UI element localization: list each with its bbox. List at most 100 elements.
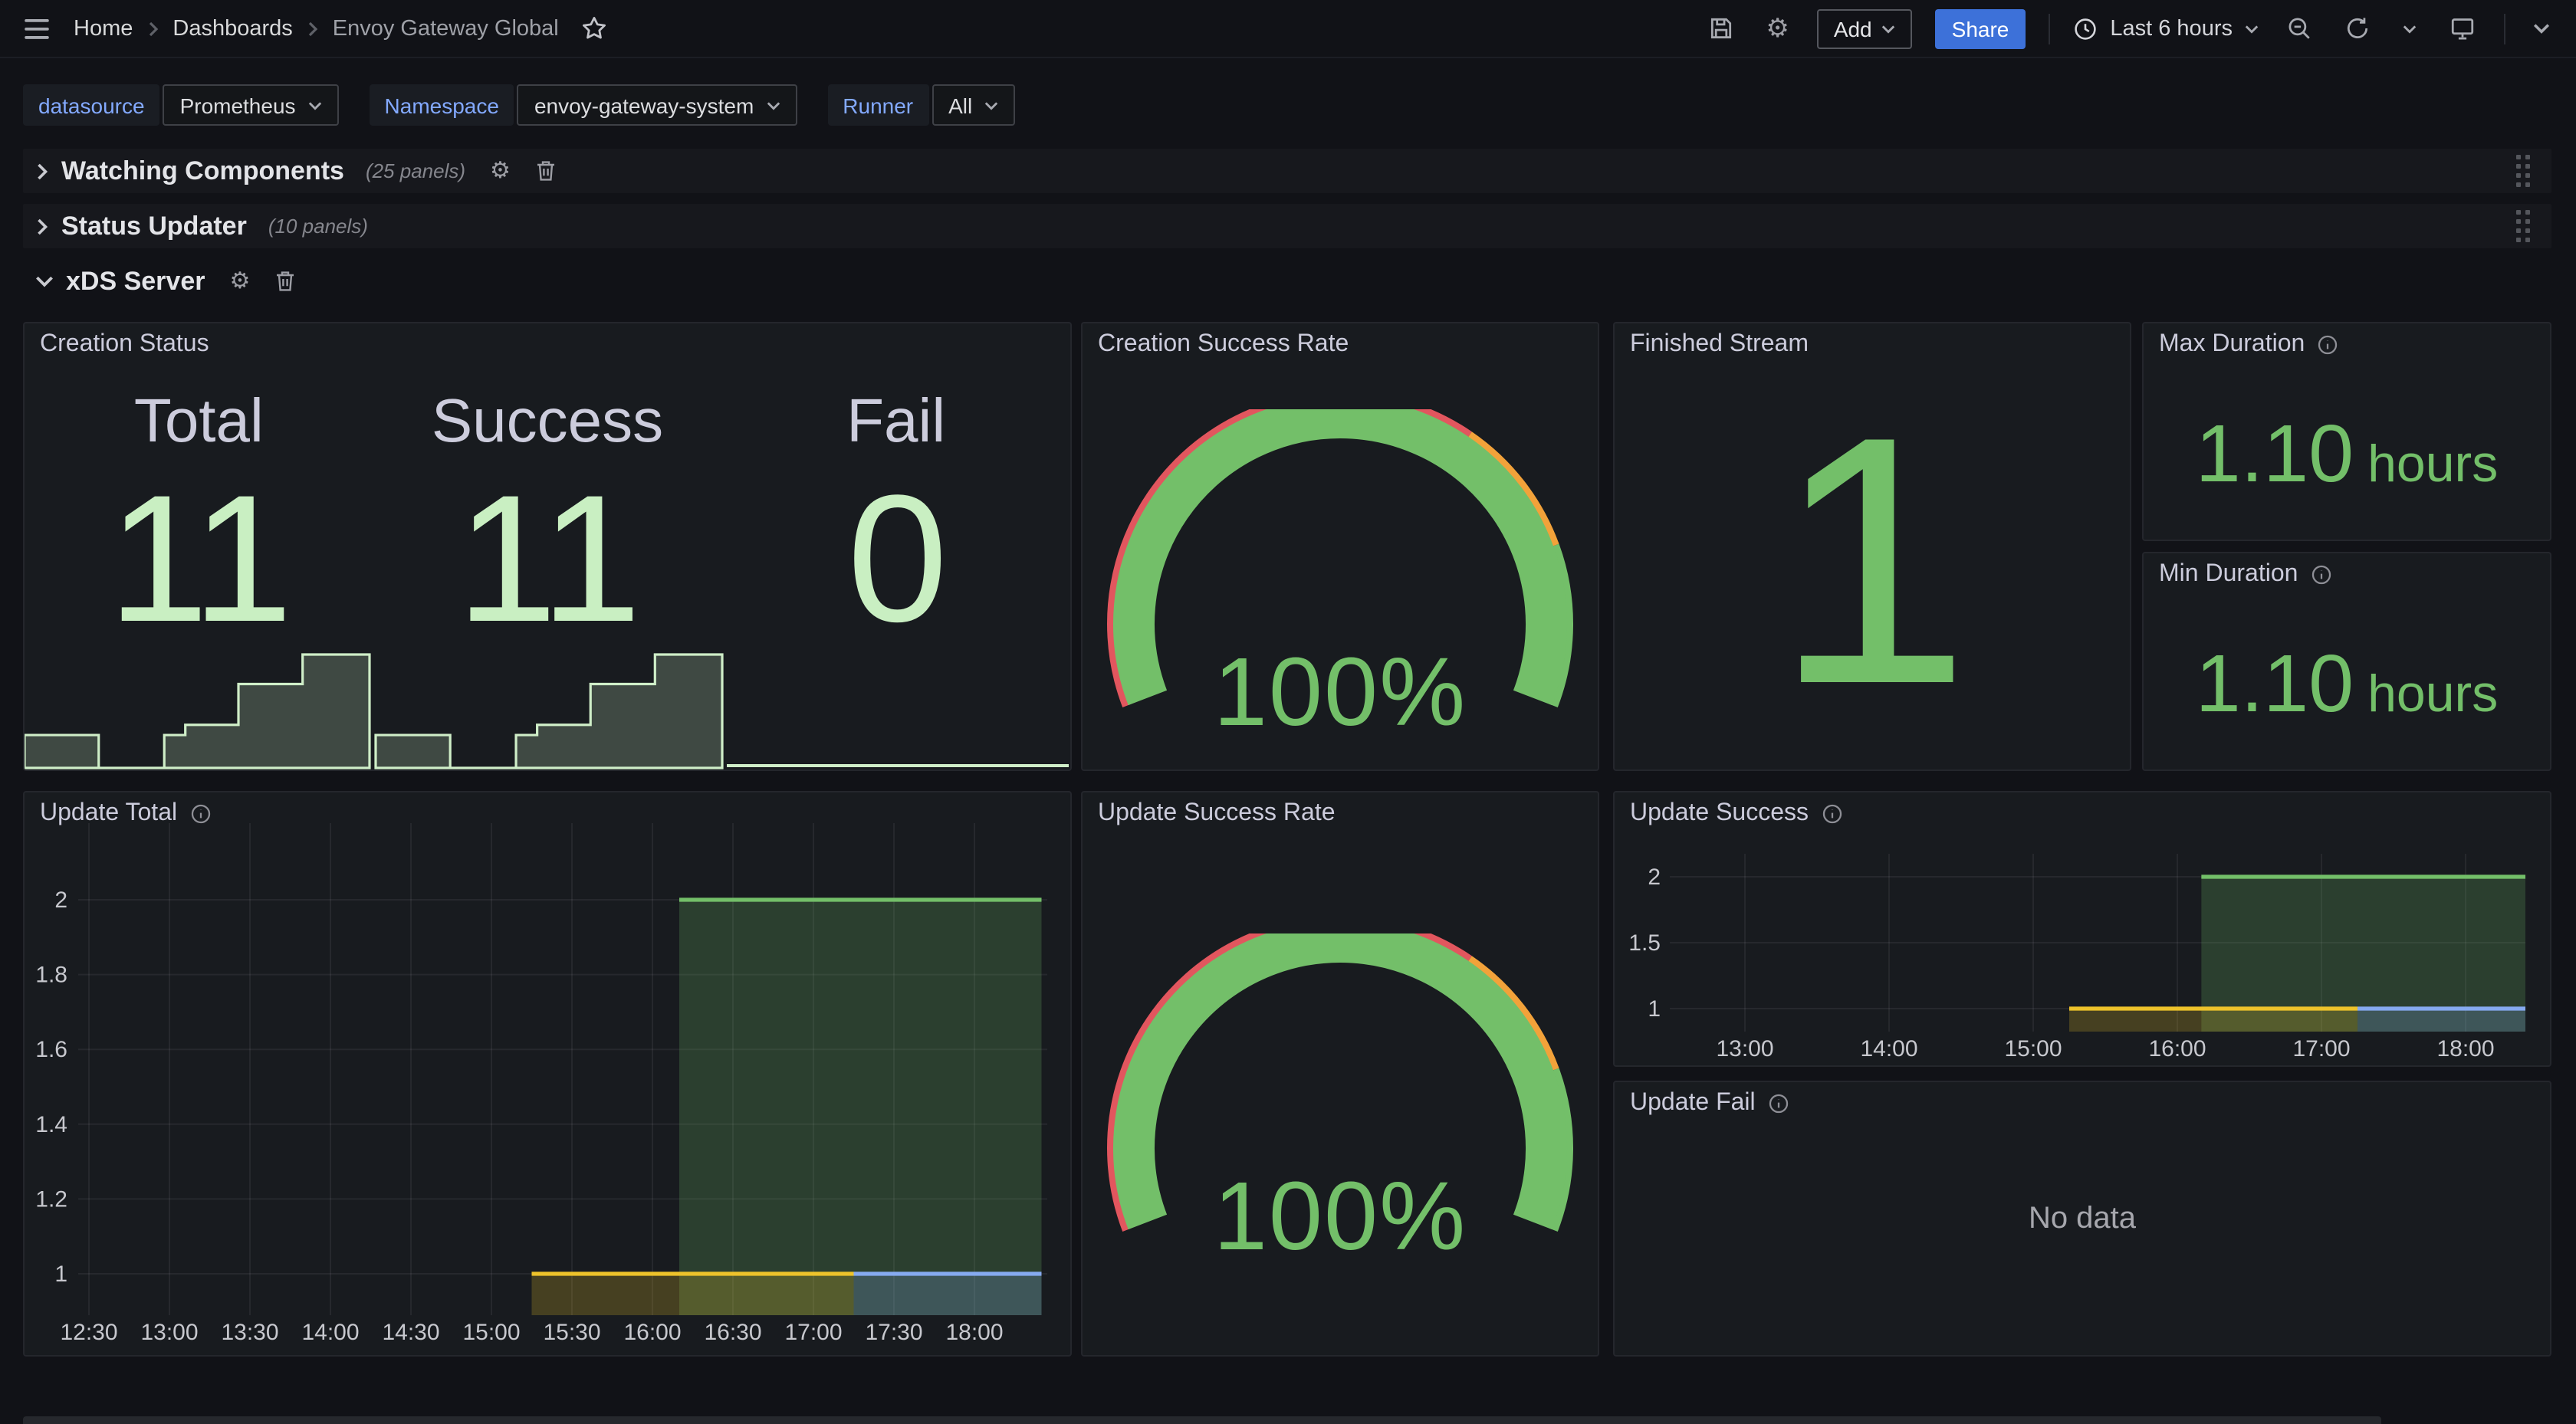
svg-text:2: 2 [54, 888, 67, 913]
add-button[interactable]: Add [1817, 8, 1912, 48]
variable-value: envoy-gateway-system [534, 93, 754, 117]
gear-icon: ⚙ [490, 159, 511, 182]
time-series-chart[interactable]: 11.21.41.61.8212:3013:0013:3014:0014:301… [25, 792, 1070, 1355]
row-delete-button[interactable] [274, 270, 296, 293]
svg-text:15:30: 15:30 [543, 1320, 600, 1345]
breadcrumb-home[interactable]: Home [74, 16, 133, 41]
time-series-chart[interactable]: 11.5213:0014:0015:0016:0017:0018:00 [1615, 792, 2550, 1065]
stat-label: Total [134, 388, 264, 455]
tv-mode-button[interactable] [2444, 11, 2481, 46]
stat-unit: hours [2367, 665, 2498, 725]
panel-title[interactable]: Update Total [40, 800, 211, 828]
row-delete-button[interactable] [535, 159, 557, 182]
info-icon[interactable] [1821, 803, 1842, 825]
variable-select-runner[interactable]: All [932, 84, 1015, 126]
menu-toggle-button[interactable] [18, 11, 55, 45]
zoom-out-icon [2286, 15, 2312, 41]
row-status-updater[interactable]: Status Updater (10 panels) [23, 204, 2551, 248]
next-row-panels-edge [23, 1416, 2381, 1424]
stat-value: 0 [847, 477, 945, 643]
panel-title[interactable]: Update Success Rate [1098, 800, 1336, 828]
star-icon [582, 15, 608, 41]
svg-text:1.8: 1.8 [35, 963, 67, 988]
stat-value: 1 [1774, 384, 1970, 737]
chevron-right-icon [35, 162, 49, 180]
zoom-out-time-button[interactable] [2282, 11, 2317, 46]
svg-text:1: 1 [54, 1262, 67, 1287]
panel-title-text: Finished Stream [1630, 331, 1809, 359]
toolbar-collapse-button[interactable] [2528, 18, 2555, 38]
variable-runner: Runner All [827, 84, 1015, 126]
panel-title[interactable]: Update Fail [1630, 1090, 1789, 1117]
svg-text:12:30: 12:30 [60, 1320, 117, 1345]
favorite-star-button[interactable] [577, 11, 613, 46]
variable-select-namespace[interactable]: envoy-gateway-system [518, 84, 797, 126]
variable-select-datasource[interactable]: Prometheus [163, 84, 339, 126]
panel-update-fail: Update Fail No data [1613, 1081, 2551, 1357]
gauge-chart: 100% [1101, 933, 1579, 1263]
panel-title-text: Update Success Rate [1098, 800, 1336, 828]
breadcrumb-dashboards[interactable]: Dashboards [172, 16, 292, 41]
row-settings-button[interactable]: ⚙ [229, 270, 250, 293]
panel-title[interactable]: Update Success [1630, 800, 1842, 828]
panel-title-text: Creation Status [40, 331, 209, 359]
panel-min-duration: Min Duration 1.10 hours [2142, 552, 2551, 771]
panel-max-duration: Max Duration 1.10 hours [2142, 322, 2551, 541]
panel-title[interactable]: Creation Success Rate [1098, 331, 1349, 359]
gauge-chart: 100% [1101, 409, 1579, 739]
row-settings-button[interactable]: ⚙ [490, 159, 511, 182]
stat-value: 11 [108, 477, 290, 643]
refresh-button[interactable] [2340, 11, 2375, 46]
panel-title-text: Max Duration [2159, 331, 2305, 359]
panel-title[interactable]: Finished Stream [1630, 331, 1809, 359]
stat-columns: Total 11 Success 11 Fail 0 [25, 388, 1070, 643]
hamburger-icon [23, 16, 51, 41]
variable-label-runner: Runner [827, 84, 928, 126]
svg-text:1: 1 [1648, 996, 1661, 1022]
stat-unit: hours [2367, 435, 2498, 495]
toolbar-divider [2049, 13, 2050, 44]
stat-value: 1.10 [2196, 575, 2354, 771]
gear-icon: ⚙ [1766, 15, 1789, 41]
row-title: xDS Server [66, 266, 205, 297]
variable-value: Prometheus [180, 93, 296, 117]
clock-icon [2073, 16, 2098, 41]
refresh-interval-dropdown[interactable] [2398, 19, 2421, 38]
stat-total: Total 11 [25, 388, 373, 643]
add-button-label: Add [1834, 16, 1872, 41]
panel-title-text: Update Fail [1630, 1090, 1756, 1117]
info-icon[interactable] [1768, 1093, 1789, 1114]
variable-label-namespace: Namespace [370, 84, 514, 126]
panel-title[interactable]: Min Duration [2159, 561, 2331, 589]
panel-title-text: Min Duration [2159, 561, 2298, 589]
trash-icon [274, 270, 296, 293]
panel-creation-status: Creation Status Total 11 Success 11 Fail… [23, 322, 1072, 771]
row-drag-handle-icon[interactable] [2517, 155, 2530, 186]
panel-finished-stream: Finished Stream 1 [1613, 322, 2131, 771]
variable-value: All [948, 93, 972, 117]
info-icon[interactable] [189, 803, 211, 825]
row-watching-components[interactable]: Watching Components (25 panels) ⚙ [23, 149, 2551, 193]
panel-update-total: Update Total 11.21.41.61.8212:3013:0013:… [23, 791, 1072, 1357]
row-drag-handle-icon[interactable] [2517, 210, 2530, 241]
save-dashboard-button[interactable] [1703, 11, 1738, 46]
svg-text:13:00: 13:00 [1716, 1036, 1773, 1061]
time-range-picker[interactable]: Last 6 hours [2073, 16, 2259, 41]
top-navbar: Home Dashboards Envoy Gateway Global [0, 0, 2576, 58]
chevron-right-icon [35, 217, 49, 235]
stat-label: Fail [846, 388, 945, 455]
panel-title[interactable]: Creation Status [40, 331, 209, 359]
svg-text:14:00: 14:00 [301, 1320, 359, 1345]
svg-text:14:30: 14:30 [382, 1320, 439, 1345]
share-button[interactable]: Share [1935, 8, 2026, 48]
stat-sparklines [25, 644, 1070, 769]
stat-success: Success 11 [373, 388, 722, 643]
info-icon[interactable] [2310, 564, 2331, 586]
panel-title[interactable]: Max Duration [2159, 331, 2338, 359]
svg-text:2: 2 [1648, 865, 1661, 890]
dashboard-settings-button[interactable]: ⚙ [1761, 11, 1794, 46]
svg-text:15:00: 15:00 [2004, 1036, 2062, 1061]
info-icon[interactable] [2317, 334, 2338, 356]
svg-text:1.2: 1.2 [35, 1186, 67, 1212]
row-xds-server[interactable]: xDS Server ⚙ [23, 259, 2551, 304]
